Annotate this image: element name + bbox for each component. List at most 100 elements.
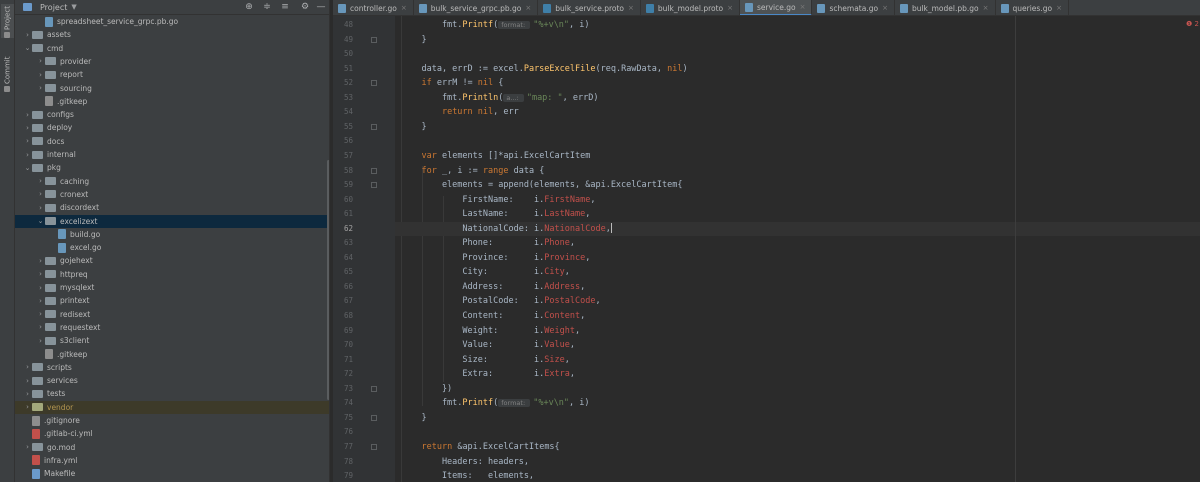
editor-tab[interactable]: queries.go × [996, 0, 1069, 15]
hide-icon[interactable]: — [315, 2, 327, 12]
editor-tab[interactable]: service.go × [740, 0, 813, 15]
close-icon[interactable]: × [983, 4, 989, 12]
tree-folder[interactable]: ⌄ cmd [15, 42, 329, 55]
chevron-right-icon[interactable]: › [23, 151, 32, 159]
chevron-right-icon[interactable]: › [36, 84, 45, 92]
line-number[interactable]: 76 [333, 425, 353, 440]
line-number[interactable]: 64 [333, 251, 353, 266]
chevron-right-icon[interactable]: › [23, 390, 32, 398]
line-number[interactable]: 65 [333, 265, 353, 280]
chevron-down-icon[interactable]: ▼ [71, 3, 76, 11]
tree-folder[interactable]: › sourcing [15, 82, 329, 95]
line-number[interactable]: 61 [333, 207, 353, 222]
tree-folder[interactable]: › tests [15, 387, 329, 400]
chevron-right-icon[interactable]: › [36, 297, 45, 305]
tree-folder[interactable]: › deploy [15, 121, 329, 134]
tree-folder[interactable]: › provider [15, 55, 329, 68]
tree-file[interactable]: .gitignore [15, 414, 329, 427]
editor-tab[interactable]: bulk_model.pb.go × [895, 0, 996, 15]
tree-folder[interactable]: › scripts [15, 361, 329, 374]
code-editor[interactable]: fmt.Printf(format: "%+v\n", i) } data, e… [395, 16, 1200, 482]
tree-folder[interactable]: › discordext [15, 201, 329, 214]
line-number[interactable]: 48 [333, 18, 353, 33]
tree-folder[interactable]: › docs [15, 135, 329, 148]
line-number[interactable]: 77 [333, 440, 353, 455]
tree-folder[interactable]: › go.mod [15, 441, 329, 454]
expand-all-icon[interactable]: ≑ [261, 2, 273, 12]
line-number[interactable]: 70 [333, 338, 353, 353]
chevron-right-icon[interactable]: › [36, 177, 45, 185]
chevron-right-icon[interactable]: › [23, 363, 32, 371]
tree-file[interactable]: infra.yml [15, 454, 329, 467]
chevron-right-icon[interactable]: › [36, 190, 45, 198]
chevron-down-icon[interactable]: ⌄ [36, 217, 45, 225]
fold-marker-icon[interactable] [371, 80, 377, 87]
chevron-right-icon[interactable]: › [36, 57, 45, 65]
collapse-all-icon[interactable]: ≡ [279, 2, 291, 12]
line-number[interactable]: 52 [333, 76, 353, 91]
line-number[interactable]: 67 [333, 294, 353, 309]
line-number[interactable]: 73 [333, 382, 353, 397]
line-number[interactable]: 51 [333, 62, 353, 77]
tree-file[interactable]: Makefile [15, 467, 329, 480]
line-number[interactable]: 72 [333, 367, 353, 382]
chevron-right-icon[interactable]: › [23, 377, 32, 385]
tree-file[interactable]: build.go [15, 228, 329, 241]
line-number[interactable]: 63 [333, 236, 353, 251]
tree-folder[interactable]: › cronext [15, 188, 329, 201]
chevron-right-icon[interactable]: › [23, 137, 32, 145]
chevron-right-icon[interactable]: › [36, 284, 45, 292]
chevron-right-icon[interactable]: › [23, 443, 32, 451]
chevron-right-icon[interactable]: › [23, 111, 32, 119]
project-tool-tab[interactable]: Project [1, 4, 14, 38]
line-number[interactable]: 57 [333, 149, 353, 164]
tree-folder[interactable]: › report [15, 68, 329, 81]
line-number[interactable]: 71 [333, 353, 353, 368]
chevron-right-icon[interactable]: › [23, 124, 32, 132]
close-icon[interactable]: × [628, 4, 634, 12]
line-number[interactable]: 49 [333, 33, 353, 48]
fold-marker-icon[interactable] [371, 182, 377, 189]
tree-folder[interactable]: › redisext [15, 308, 329, 321]
tree-folder[interactable]: ⌄ excelizext [15, 214, 329, 228]
chevron-right-icon[interactable]: › [36, 337, 45, 345]
tree-folder[interactable]: › s3client [15, 334, 329, 347]
close-icon[interactable]: × [401, 4, 407, 12]
editor-tab[interactable]: bulk_model.proto × [641, 0, 740, 15]
tree-folder[interactable]: › printext [15, 294, 329, 307]
fold-marker-icon[interactable] [371, 385, 377, 392]
chevron-right-icon[interactable]: › [36, 204, 45, 212]
close-icon[interactable]: × [800, 3, 806, 11]
tree-folder[interactable]: › vendor [15, 400, 329, 414]
line-number[interactable]: 54 [333, 105, 353, 120]
tree-folder[interactable]: › internal [15, 148, 329, 161]
editor-tab[interactable]: bulk_service_grpc.pb.go × [414, 0, 539, 15]
close-icon[interactable]: × [1056, 4, 1062, 12]
tree-folder[interactable]: › httpreq [15, 268, 329, 281]
chevron-right-icon[interactable]: › [36, 257, 45, 265]
tree-file[interactable]: spreadsheet_service_grpc.pb.go [15, 15, 329, 28]
editor-tab[interactable]: schemata.go × [812, 0, 895, 15]
line-number[interactable]: 58 [333, 164, 353, 179]
editor-tab[interactable]: bulk_service.proto × [538, 0, 641, 15]
line-number[interactable]: 55 [333, 120, 353, 135]
chevron-right-icon[interactable]: › [23, 31, 32, 39]
target-icon[interactable]: ⊕ [243, 2, 255, 12]
line-number[interactable]: 50 [333, 47, 353, 62]
tree-folder[interactable]: › gojehext [15, 254, 329, 267]
fold-marker-icon[interactable] [371, 414, 377, 421]
chevron-down-icon[interactable]: ⌄ [23, 164, 32, 172]
tree-file[interactable]: excel.go [15, 241, 329, 254]
chevron-right-icon[interactable]: › [36, 310, 45, 318]
chevron-right-icon[interactable]: › [36, 323, 45, 331]
tree-file[interactable]: .gitkeep [15, 348, 329, 361]
line-number[interactable]: 62 [333, 222, 353, 237]
line-number[interactable]: 75 [333, 411, 353, 426]
tree-folder[interactable]: › caching [15, 175, 329, 188]
tree-folder[interactable]: › mysqlext [15, 281, 329, 294]
tree-folder[interactable]: › services [15, 374, 329, 387]
tree-folder[interactable]: › assets [15, 28, 329, 41]
line-number[interactable]: 60 [333, 193, 353, 208]
tree-folder[interactable]: ⌄ pkg [15, 161, 329, 174]
chevron-right-icon[interactable]: › [36, 71, 45, 79]
